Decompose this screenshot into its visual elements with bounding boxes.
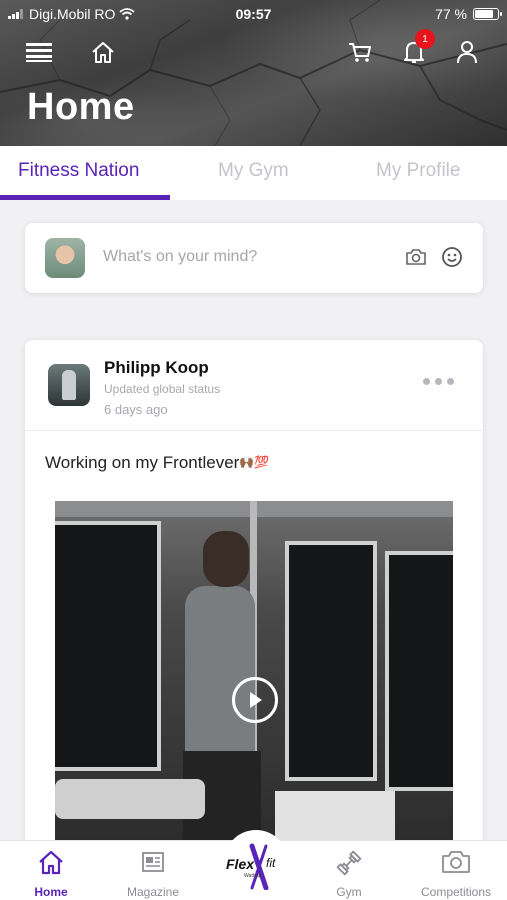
active-tab-indicator — [0, 195, 170, 200]
video-person — [185, 586, 255, 756]
cart-icon — [349, 43, 371, 62]
video-person-head — [203, 531, 249, 587]
user-icon — [457, 41, 477, 64]
header-toolbar: 1 — [0, 29, 507, 68]
notification-badge: 1 — [415, 29, 435, 49]
post-text: Working on my Frontlever🙌🏾💯 — [45, 453, 269, 473]
nav-label: Gym — [336, 885, 362, 899]
avatar — [45, 238, 85, 278]
camera-icon[interactable] — [405, 247, 427, 267]
status-input[interactable]: What's on your mind? — [103, 248, 257, 266]
newspaper-icon — [142, 852, 164, 872]
tab-my-profile[interactable]: My Profile — [376, 160, 460, 182]
tab-bar: Fitness Nation My Gym My Profile — [0, 146, 507, 200]
home-icon — [92, 42, 114, 63]
tab-fitness-nation[interactable]: Fitness Nation — [18, 160, 139, 182]
post-composer[interactable]: What's on your mind? — [25, 223, 483, 293]
post-author[interactable]: Philipp Koop — [104, 358, 209, 378]
tab-my-gym[interactable]: My Gym — [218, 160, 289, 182]
post-emojis: 🙌🏾💯 — [239, 455, 270, 469]
cart-button[interactable] — [345, 36, 375, 68]
emoji-icon[interactable] — [441, 246, 463, 268]
nav-label: Competitions — [420, 885, 492, 899]
nav-gym[interactable]: Gym — [304, 841, 394, 900]
header-banner: Digi.Mobil RO 09:57 77 % 1 Home — [0, 0, 507, 146]
nav-magazine[interactable]: Magazine — [108, 841, 198, 900]
divider — [25, 430, 483, 431]
video-window — [55, 521, 161, 771]
notifications-button[interactable]: 1 — [399, 29, 435, 68]
video-window — [285, 541, 377, 781]
page-title: Home — [27, 86, 135, 128]
home-icon — [39, 850, 63, 875]
nav-label: Home — [34, 885, 68, 899]
play-button[interactable] — [232, 677, 278, 723]
video-window — [385, 551, 453, 791]
battery-info: 77 % — [435, 6, 502, 22]
post-timestamp: 6 days ago — [104, 402, 168, 417]
battery-icon — [473, 8, 502, 20]
dumbbell-icon — [336, 850, 362, 876]
avatar[interactable] — [48, 364, 90, 406]
battery-percent: 77 % — [435, 6, 467, 22]
logo-flex: Flex — [226, 856, 255, 872]
menu-button[interactable] — [24, 36, 54, 68]
profile-button[interactable] — [452, 36, 482, 68]
nav-home[interactable]: Home — [6, 841, 96, 900]
post-status: Updated global status — [104, 382, 221, 396]
feed-post: Philipp Koop Updated global status 6 day… — [25, 340, 483, 860]
post-text-body: Working on my Frontlever — [45, 453, 240, 472]
clock: 09:57 — [235, 6, 272, 22]
play-icon — [250, 692, 262, 708]
camera-icon — [442, 851, 470, 873]
logo-sub: Wattrup — [244, 873, 262, 879]
home-button[interactable] — [88, 36, 118, 68]
nav-label: Magazine — [126, 885, 180, 899]
video-cloth — [55, 779, 205, 819]
logo-fit: fit — [266, 856, 276, 870]
post-video[interactable] — [55, 501, 453, 860]
flexfit-logo-button[interactable]: Flex fit Wattrup — [222, 842, 290, 890]
menu-icon — [26, 43, 52, 62]
more-options-icon[interactable] — [423, 378, 454, 385]
status-bar: Digi.Mobil RO 09:57 77 % — [0, 0, 507, 28]
nav-competitions[interactable]: Competitions — [411, 841, 501, 900]
